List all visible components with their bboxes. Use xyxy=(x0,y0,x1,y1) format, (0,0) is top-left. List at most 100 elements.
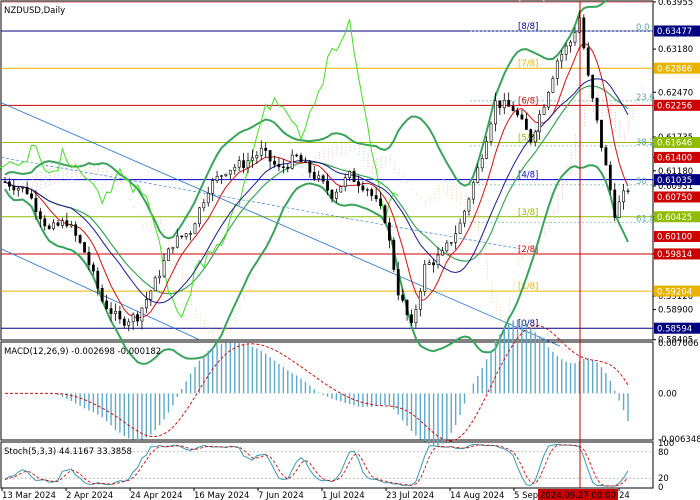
candle-body xyxy=(569,41,572,47)
candle-body xyxy=(343,177,347,187)
candle-body xyxy=(114,310,117,314)
candle-body xyxy=(273,160,276,165)
candle-body xyxy=(622,190,625,203)
time-tick-label: 23 Jul 2024 xyxy=(386,491,434,500)
candle-body xyxy=(520,114,524,120)
candle-body xyxy=(436,254,440,266)
price-tick-label: 0.63180 xyxy=(658,45,693,55)
candle-body xyxy=(423,264,427,292)
macd-tick-label: 0.00 xyxy=(658,389,677,399)
candle-body xyxy=(246,160,250,168)
candle-body xyxy=(304,161,307,163)
candle-body xyxy=(91,264,95,272)
stoch-title: Stoch(5,3,3) 44.1167 33.3858 xyxy=(4,447,132,457)
candle-body xyxy=(379,198,382,207)
candle-body xyxy=(69,224,73,227)
candle-body xyxy=(224,173,228,176)
candle-body xyxy=(78,235,82,243)
price-level-label: 0.62256 xyxy=(657,102,692,112)
candle-body xyxy=(251,157,254,161)
macd-tick-label: 0.007006 xyxy=(658,339,699,349)
time-tick-label: 24 xyxy=(619,491,630,500)
price-level-label: 0.60100 xyxy=(657,233,692,243)
candle-body xyxy=(441,250,444,256)
candle-body xyxy=(427,262,431,265)
candle-body xyxy=(162,260,166,277)
chart-background xyxy=(0,0,700,500)
candle-body xyxy=(12,186,16,191)
candle-body xyxy=(34,197,38,212)
candle-body xyxy=(158,275,162,279)
candle-body xyxy=(189,233,192,235)
candle-body xyxy=(485,141,489,159)
candle-body xyxy=(259,147,263,156)
candle-body xyxy=(74,224,78,236)
macd-title: MACD(12,26,9) -0.002698 -0.000182 xyxy=(4,347,161,357)
candle-body xyxy=(122,318,126,326)
candle-body xyxy=(233,166,237,171)
candle-body xyxy=(480,158,484,169)
candle-body xyxy=(449,242,453,244)
candle-body xyxy=(560,54,564,62)
candle-body xyxy=(83,242,86,253)
candle-body xyxy=(414,309,418,324)
candle-body xyxy=(211,180,215,194)
candle-body xyxy=(533,131,537,143)
price-level-label: 0.58594 xyxy=(657,324,692,334)
fib-label: 61.8 xyxy=(636,215,655,225)
candle-body xyxy=(149,290,153,300)
candle-body xyxy=(65,220,69,227)
candle-body xyxy=(432,262,435,266)
candle-body xyxy=(595,97,599,121)
candle-body xyxy=(127,321,131,326)
murrey-label: [8/8] xyxy=(518,22,538,32)
candle-body xyxy=(180,235,184,238)
candle-body xyxy=(52,222,56,229)
price-level-label: 0.59204 xyxy=(657,287,692,297)
price-level-label: 0.63477 xyxy=(657,27,692,37)
time-tick-label: 7 Jun 2024 xyxy=(258,491,304,500)
candle-body xyxy=(617,201,621,218)
candle-body xyxy=(105,300,109,309)
price-level-label: 0.61400 xyxy=(657,154,692,164)
candle-body xyxy=(237,160,241,168)
candle-body xyxy=(467,198,471,212)
price-level-label: 0.62866 xyxy=(657,64,692,74)
candle-body xyxy=(140,307,144,322)
candle-body xyxy=(277,164,281,168)
stoch-tick-label: 80 xyxy=(658,448,669,458)
candle-body xyxy=(361,185,365,191)
candle-body xyxy=(21,187,25,189)
candle-body xyxy=(175,235,179,248)
candle-body xyxy=(388,222,391,241)
price-tick-label: 0.63955 xyxy=(658,0,693,8)
candle-body xyxy=(202,202,206,209)
candle-body xyxy=(357,181,360,187)
candle-body xyxy=(374,195,378,200)
candle-body xyxy=(608,164,612,191)
candle-body xyxy=(524,118,528,130)
fib-label: 38.2 xyxy=(636,138,655,148)
candle-body xyxy=(410,314,413,324)
candle-body xyxy=(573,31,577,43)
candle-body xyxy=(591,74,595,99)
time-tick-label: 2 Apr 2024 xyxy=(66,491,113,500)
time-tick-label: 24 Apr 2024 xyxy=(130,491,183,500)
stoch-tick-label: 0 xyxy=(658,483,663,493)
price-level-label: 0.60750 xyxy=(657,193,692,203)
candle-body xyxy=(56,222,60,226)
candle-body xyxy=(551,78,555,93)
candle-body xyxy=(352,170,356,183)
candle-body xyxy=(326,180,329,191)
candle-body xyxy=(507,99,511,107)
candle-body xyxy=(529,129,533,143)
candle-body xyxy=(47,225,51,229)
chart-window[interactable]: [+1/8]P[8/8][7/8][6/8][5/8][4/8][3/8][2/… xyxy=(0,0,700,500)
candle-body xyxy=(167,248,170,261)
candle-body xyxy=(264,147,268,151)
candle-body xyxy=(184,233,188,237)
candle-body xyxy=(321,175,325,182)
candle-body xyxy=(153,277,157,292)
candle-body xyxy=(299,155,303,162)
candle-body xyxy=(118,310,122,320)
